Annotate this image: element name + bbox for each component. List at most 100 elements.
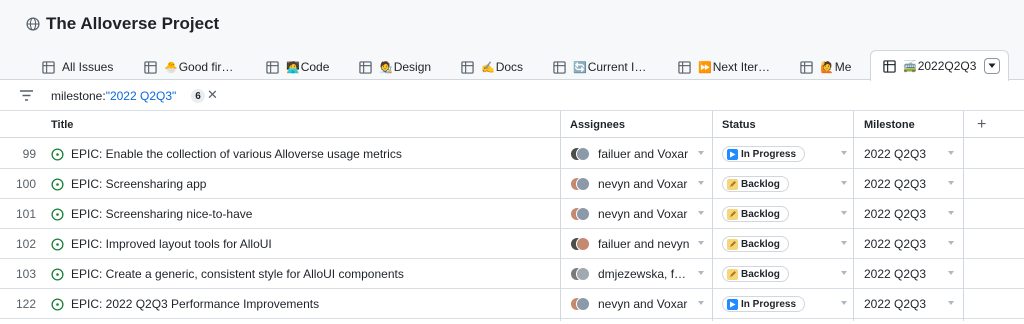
assignees-cell[interactable]: nevyn and Voxar	[570, 199, 698, 229]
tab-code[interactable]: 🧑‍💻 Code	[266, 54, 329, 80]
milestone-label: 2022 Q2Q3	[864, 207, 927, 221]
milestone-label: 2022 Q2Q3	[864, 297, 927, 311]
status-cell[interactable]: In Progress	[722, 289, 832, 319]
chevron-down-icon[interactable]	[841, 271, 847, 275]
status-badge: Backlog	[722, 236, 789, 252]
chevron-down-icon[interactable]	[948, 181, 954, 185]
assignees-cell[interactable]: failuer and nevyn	[570, 229, 698, 259]
chevron-down-icon[interactable]	[841, 211, 847, 215]
milestone-cell[interactable]: 2022 Q2Q3	[864, 139, 944, 169]
pencil-icon	[727, 268, 738, 280]
issue-title-cell[interactable]: EPIC: Improved layout tools for AlloUI	[51, 229, 556, 259]
status-badge: In Progress	[722, 146, 806, 162]
chevron-down-icon[interactable]	[841, 301, 847, 305]
view-options-button[interactable]	[984, 58, 1001, 74]
clear-filter-button[interactable]: ✕	[207, 87, 218, 103]
chevron-down-icon[interactable]	[698, 211, 704, 215]
milestone-cell[interactable]: 2022 Q2Q3	[864, 169, 944, 199]
issue-title[interactable]: EPIC: Create a generic, consistent style…	[71, 267, 404, 281]
issue-title[interactable]: EPIC: Enable the collection of various A…	[71, 147, 402, 161]
tab-2022q2q3[interactable]: 🚎 2022Q2Q3	[870, 50, 1010, 81]
milestone-cell[interactable]: 2022 Q2Q3	[864, 259, 944, 289]
issue-opened-icon	[51, 207, 64, 221]
table-row[interactable]: 122 EPIC: 2022 Q2Q3 Performance Improveme…	[0, 289, 1024, 319]
chevron-down-icon[interactable]	[841, 151, 847, 155]
chevron-down-icon[interactable]	[698, 271, 704, 275]
chevron-down-icon[interactable]	[948, 151, 954, 155]
status-label: Backlog	[741, 208, 780, 220]
chevron-down-icon[interactable]	[841, 181, 847, 185]
chevron-down-icon[interactable]	[841, 241, 847, 245]
column-divider	[712, 111, 713, 321]
chevron-down-icon[interactable]	[948, 241, 954, 245]
milestone-cell[interactable]: 2022 Q2Q3	[864, 229, 944, 259]
issue-title-cell[interactable]: EPIC: Create a generic, consistent style…	[51, 259, 556, 289]
column-header-milestone[interactable]: Milestone	[864, 111, 915, 138]
milestone-cell[interactable]: 2022 Q2Q3	[864, 199, 944, 229]
filter-bar: milestone:"2022 Q2Q3" 6 ✕	[0, 81, 1024, 111]
issue-title[interactable]: EPIC: Screensharing app	[71, 177, 206, 191]
chevron-down-icon[interactable]	[948, 301, 954, 305]
table-icon	[359, 60, 372, 74]
issue-title-cell[interactable]: EPIC: Enable the collection of various A…	[51, 139, 556, 169]
issue-title-cell[interactable]: EPIC: 2022 Q2Q3 Performance Improvements	[51, 289, 556, 319]
column-header-title[interactable]: Title	[51, 111, 73, 138]
assignees-cell[interactable]: dmjezewska, f…	[570, 259, 698, 289]
table-row[interactable]: 101 EPIC: Screensharing nice-to-have nevyn…	[0, 199, 1024, 229]
filter-input[interactable]: milestone:"2022 Q2Q3"	[51, 89, 176, 103]
column-divider	[963, 111, 964, 321]
table-row[interactable]: 100 EPIC: Screensharing app nevyn and Voxa…	[0, 169, 1024, 199]
tab-all-issues[interactable]: All Issues	[42, 54, 113, 80]
issue-title-cell[interactable]: EPIC: Screensharing nice-to-have	[51, 199, 556, 229]
chevron-down-icon[interactable]	[698, 241, 704, 245]
tab-emoji: 🚎	[903, 60, 917, 73]
chevron-down-icon[interactable]	[948, 211, 954, 215]
project-title-text: The Alloverse Project	[46, 14, 220, 33]
issue-title[interactable]: EPIC: Screensharing nice-to-have	[71, 207, 252, 221]
tab-design[interactable]: 🧑‍🎨 Design	[359, 54, 431, 80]
assignee-avatars	[570, 265, 592, 283]
status-cell[interactable]: Backlog	[722, 169, 832, 199]
tab-me[interactable]: 🙋 Me	[800, 54, 851, 80]
issue-opened-icon	[51, 297, 64, 311]
assignees-cell[interactable]: nevyn and Voxar	[570, 289, 698, 319]
assignee-names: failuer and nevyn	[598, 237, 690, 251]
tab-good-first[interactable]: 🐣 Good fir…	[144, 54, 233, 80]
status-cell[interactable]: In Progress	[722, 139, 832, 169]
tab-next-iteration[interactable]: ⏩ Next Iter…	[678, 54, 770, 80]
status-cell[interactable]: Backlog	[722, 259, 832, 289]
avatar	[576, 207, 590, 221]
table-row[interactable]: 103 EPIC: Create a generic, consistent st…	[0, 259, 1024, 289]
status-badge: Backlog	[722, 206, 789, 222]
table-row[interactable]: 99 EPIC: Enable the collection of various…	[0, 139, 1024, 169]
issue-title[interactable]: EPIC: Improved layout tools for AlloUI	[71, 237, 272, 251]
project-title[interactable]: The Alloverse Project	[26, 12, 219, 36]
avatar	[576, 177, 590, 191]
avatar	[576, 147, 590, 161]
assignee-avatars	[570, 295, 592, 313]
globe-icon	[26, 17, 40, 31]
tab-current-iteration[interactable]: 🔄 Current I…	[553, 54, 646, 80]
tab-docs[interactable]: ✍️ Docs	[461, 54, 523, 80]
column-header-assignees[interactable]: Assignees	[570, 111, 625, 138]
filter-result-count: 6	[191, 89, 205, 103]
milestone-cell[interactable]: 2022 Q2Q3	[864, 289, 944, 319]
assignees-cell[interactable]: failuer and Voxar	[570, 139, 698, 169]
chevron-down-icon[interactable]	[698, 181, 704, 185]
issue-title[interactable]: EPIC: 2022 Q2Q3 Performance Improvements	[71, 297, 319, 311]
chevron-down-icon[interactable]	[948, 271, 954, 275]
pencil-icon	[727, 208, 738, 220]
milestone-label: 2022 Q2Q3	[864, 147, 927, 161]
assignees-cell[interactable]: nevyn and Voxar	[570, 169, 698, 199]
chevron-down-icon[interactable]	[698, 301, 704, 305]
status-cell[interactable]: Backlog	[722, 199, 832, 229]
status-cell[interactable]: Backlog	[722, 229, 832, 259]
tab-emoji: 🐣	[164, 61, 178, 74]
issue-title-cell[interactable]: EPIC: Screensharing app	[51, 169, 556, 199]
table-row[interactable]: 102 EPIC: Improved layout tools for AlloU…	[0, 229, 1024, 259]
column-header-status[interactable]: Status	[722, 111, 756, 138]
add-field-button[interactable]: +	[977, 116, 986, 134]
filter-icon[interactable]	[20, 90, 33, 101]
assignee-names: nevyn and Voxar	[598, 297, 688, 311]
chevron-down-icon[interactable]	[698, 151, 704, 155]
